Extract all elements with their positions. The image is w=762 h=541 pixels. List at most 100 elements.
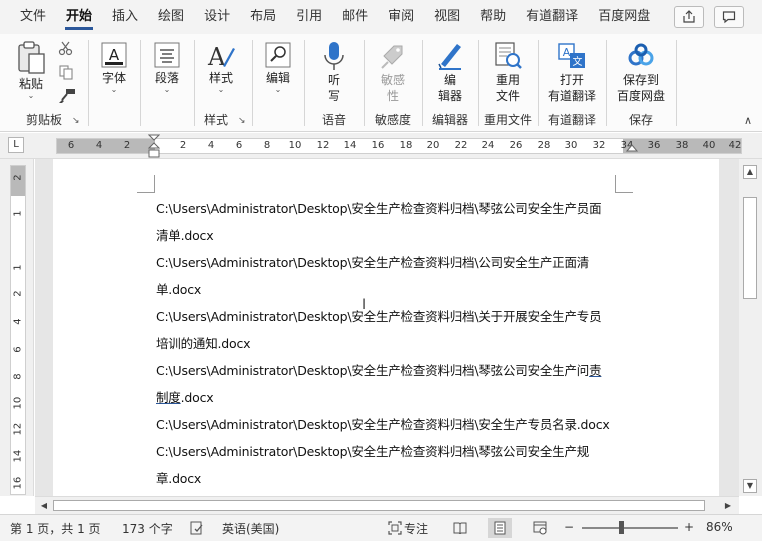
scroll-down-icon[interactable]: ▼ <box>743 479 757 493</box>
document-canvas[interactable]: C:\Users\Administrator\Desktop\安全生产检查资料归… <box>35 159 739 496</box>
doc-line[interactable]: 单.docx <box>156 276 636 303</box>
zoom-out-button[interactable]: − <box>564 520 574 534</box>
scroll-up-icon[interactable]: ▲ <box>743 165 757 179</box>
word-count[interactable]: 173 个字 <box>122 520 173 537</box>
tab-references[interactable]: 引用 <box>286 0 332 34</box>
copy-button[interactable] <box>58 64 74 83</box>
ruler-number: 4 <box>95 140 103 151</box>
group-label-save: 保存 <box>628 113 653 127</box>
font-button[interactable]: A 字体 ⌄ <box>97 40 131 94</box>
document-page[interactable]: C:\Users\Administrator\Desktop\安全生产检查资料归… <box>53 159 719 496</box>
tab-view[interactable]: 视图 <box>424 0 470 34</box>
doc-line[interactable]: C:\Users\Administrator\Desktop\安全生产检查资料归… <box>156 195 636 222</box>
vertical-ruler-strip[interactable]: 2 1 1 2 4 6 8 10 12 14 16 <box>10 165 26 495</box>
language[interactable]: 英语(美国) <box>222 520 279 537</box>
comments-button[interactable] <box>714 6 744 28</box>
group-label-youdao: 有道翻译 <box>547 113 596 127</box>
doc-line[interactable]: 清单.docx <box>156 222 636 249</box>
book-icon <box>453 522 467 534</box>
document-body[interactable]: C:\Users\Administrator\Desktop\安全生产检查资料归… <box>156 195 636 492</box>
focus-button[interactable]: 专注 <box>404 520 428 537</box>
dictate-button[interactable]: 听 写 <box>319 40 349 104</box>
group-font: A 字体 ⌄ <box>89 34 139 132</box>
open-youdao-button[interactable]: A文 打开 有道翻译 <box>545 40 599 104</box>
doc-line[interactable]: C:\Users\Administrator\Desktop\安全生产检查资料归… <box>156 438 636 465</box>
ruler-number: 40 <box>702 140 716 151</box>
styles-icon: A <box>207 43 235 70</box>
horizontal-scrollbar[interactable]: ◀ ▶ <box>35 496 739 514</box>
tab-design[interactable]: 设计 <box>194 0 240 34</box>
paintbrush-icon <box>59 89 75 103</box>
tab-layout[interactable]: 布局 <box>240 0 286 34</box>
dialog-launcher-icon[interactable]: ↘ <box>72 116 80 126</box>
tab-baidu[interactable]: 百度网盘 <box>588 0 660 34</box>
microphone-icon <box>324 42 344 70</box>
tab-review[interactable]: 审阅 <box>378 0 424 34</box>
ruler-number: 16 <box>371 140 385 151</box>
web-layout-button[interactable] <box>528 518 552 538</box>
copy-icon <box>59 65 73 80</box>
format-painter-button[interactable] <box>58 88 76 107</box>
scroll-thumb[interactable] <box>743 197 757 299</box>
vertical-scrollbar[interactable]: ▲ ▼ <box>739 159 762 496</box>
editor-button[interactable]: 编 辑器 <box>435 40 465 104</box>
zoom-slider-handle[interactable] <box>619 521 624 534</box>
baidu-label-1: 保存到 <box>622 73 659 87</box>
ruler-number: 12 <box>12 422 24 436</box>
scroll-left-icon[interactable]: ◀ <box>37 499 51 512</box>
doc-line[interactable]: 培训的通知.docx <box>156 330 636 357</box>
page-count[interactable]: 第 1 页，共 1 页 <box>10 520 101 537</box>
proofing-icon[interactable] <box>190 521 204 535</box>
group-clipboard: 粘贴 ⌄ 剪贴板 ↘ <box>0 34 88 132</box>
comment-icon <box>722 11 736 24</box>
group-reuse: 重用 文件 重用文件 <box>479 34 537 132</box>
doc-line[interactable]: 制度.docx <box>156 384 636 411</box>
ruler-number: 2 <box>12 290 24 297</box>
scroll-right-icon[interactable]: ▶ <box>721 499 735 512</box>
doc-line[interactable]: 章.docx <box>156 465 636 492</box>
tab-youdao[interactable]: 有道翻译 <box>516 0 588 34</box>
doc-line[interactable]: C:\Users\Administrator\Desktop\安全生产检查资料归… <box>156 249 636 276</box>
share-button[interactable] <box>674 6 704 28</box>
doc-line-text: C:\Users\Administrator\Desktop\安全生产检查资料归… <box>156 363 590 378</box>
right-indent-marker-icon[interactable] <box>626 142 638 152</box>
reuse-files-button[interactable]: 重用 文件 <box>491 40 525 104</box>
tab-draw[interactable]: 绘图 <box>148 0 194 34</box>
dialog-launcher-icon[interactable]: ↘ <box>238 116 246 126</box>
sensitivity-button[interactable]: 敏感 性 <box>377 40 409 104</box>
print-layout-button[interactable] <box>488 518 512 538</box>
zoom-level[interactable]: 86% <box>706 520 733 534</box>
tab-insert[interactable]: 插入 <box>102 0 148 34</box>
tab-home[interactable]: 开始 <box>56 0 102 34</box>
save-to-baidu-button[interactable]: 保存到 百度网盘 <box>613 40 669 104</box>
editing-button[interactable]: 编辑 ⌄ <box>261 40 295 94</box>
doc-line[interactable]: C:\Users\Administrator\Desktop\安全生产检查资料归… <box>156 303 636 330</box>
doc-line[interactable]: C:\Users\Administrator\Desktop\安全生产检查资料归… <box>156 357 636 384</box>
youdao-label-2: 有道翻译 <box>547 89 596 103</box>
ruler-number: 2 <box>12 174 24 181</box>
tab-selector[interactable]: L <box>8 137 24 153</box>
doc-line[interactable]: C:\Users\Administrator\Desktop\安全生产检查资料归… <box>156 411 636 438</box>
tab-mailings[interactable]: 邮件 <box>332 0 378 34</box>
cut-button[interactable] <box>58 40 74 59</box>
crop-mark-top-left <box>137 175 155 193</box>
sensitivity-label-1: 敏感 <box>380 73 405 87</box>
ruler-number: 30 <box>564 140 578 151</box>
paste-button[interactable]: 粘贴 ⌄ <box>14 40 48 100</box>
reuse-label-1: 重用 <box>495 73 520 87</box>
web-layout-icon <box>533 521 547 535</box>
styles-button[interactable]: A 样式 ⌄ <box>203 40 239 94</box>
zoom-in-button[interactable]: + <box>684 520 694 534</box>
indent-marker-icon[interactable] <box>148 134 160 159</box>
ruler-number: 4 <box>12 318 24 325</box>
ruler-number: 6 <box>67 140 75 151</box>
zoom-slider[interactable] <box>582 527 678 529</box>
group-label-sensitivity: 敏感度 <box>374 113 411 127</box>
tab-help[interactable]: 帮助 <box>470 0 516 34</box>
tab-file[interactable]: 文件 <box>0 0 56 34</box>
collapse-ribbon-icon[interactable]: ∧ <box>744 114 752 127</box>
scroll-thumb[interactable] <box>53 500 705 511</box>
read-mode-button[interactable] <box>448 518 472 538</box>
paragraph-button[interactable]: 段落 ⌄ <box>149 40 185 94</box>
ruler-number: 2 <box>123 140 131 151</box>
